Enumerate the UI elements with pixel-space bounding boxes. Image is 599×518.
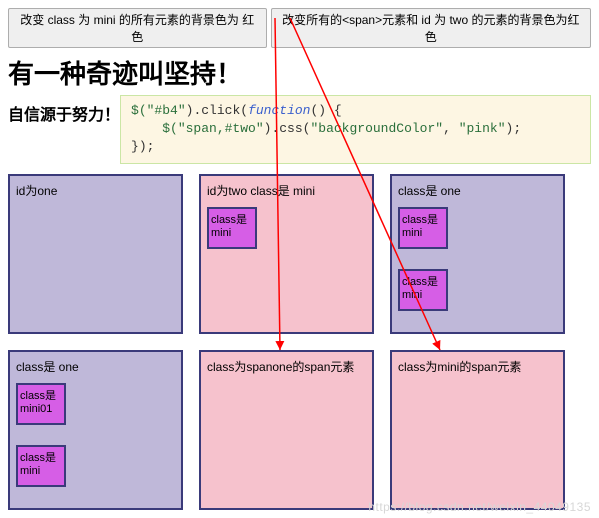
inner-mini01: class是mini01 <box>16 383 66 425</box>
code-token: }); <box>131 139 154 154</box>
box-two: id为two class是 mini class是mini <box>199 174 374 334</box>
demo-grid: id为one id为two class是 mini class是mini cla… <box>8 174 591 510</box>
box-label: class是 one <box>16 358 175 375</box>
inner-mini: class是mini <box>398 269 448 311</box>
box-one: id为one <box>8 174 183 334</box>
code-token: "pink" <box>459 121 506 136</box>
change-span-two-bg-button[interactable]: 改变所有的<span>元素和 id 为 two 的元素的背景色为红色 <box>271 8 591 48</box>
box-span-mini: class为mini的span元素 <box>390 350 565 510</box>
inner-mini: class是mini <box>16 445 66 487</box>
code-token: "#b4" <box>147 103 186 118</box>
change-mini-bg-button[interactable]: 改变 class 为 mini 的所有元素的背景色为 红色 <box>8 8 267 48</box>
button-row: 改变 class 为 mini 的所有元素的背景色为 红色 改变所有的<span… <box>8 8 591 48</box>
code-token: () { <box>310 103 341 118</box>
inner-mini: class是mini <box>398 207 448 249</box>
box-label: id为one <box>16 182 175 199</box>
code-token: $( <box>131 103 147 118</box>
code-token: ); <box>506 121 522 136</box>
subtitle-label: 自信源于努力！ <box>8 101 120 125</box>
code-token: function <box>248 103 310 118</box>
code-token: "backgroundColor" <box>310 121 443 136</box>
box-class-one-a: class是 one class是mini class是mini <box>390 174 565 334</box>
code-token: , <box>443 121 459 136</box>
code-tooltip: $("#b4").click(function() { $("span,#two… <box>120 95 591 164</box>
box-label: class是 one <box>398 182 557 199</box>
subtitle-row: 自信源于努力！ $("#b4").click(function() { $("s… <box>8 95 591 164</box>
box-label: id为two class是 mini <box>207 182 366 199</box>
code-token: ).click( <box>186 103 248 118</box>
code-token: $( <box>131 121 178 136</box>
box-label: class为spanone的span元素 <box>207 358 366 375</box>
inner-mini: class是mini <box>207 207 257 249</box>
box-label: class为mini的span元素 <box>398 358 557 375</box>
page-title: 有一种奇迹叫坚持！ <box>8 54 591 91</box>
code-token: ).css( <box>264 121 311 136</box>
box-class-one-b: class是 one class是mini01 class是mini <box>8 350 183 510</box>
code-token: "span,#two" <box>178 121 264 136</box>
box-span-spanone: class为spanone的span元素 <box>199 350 374 510</box>
